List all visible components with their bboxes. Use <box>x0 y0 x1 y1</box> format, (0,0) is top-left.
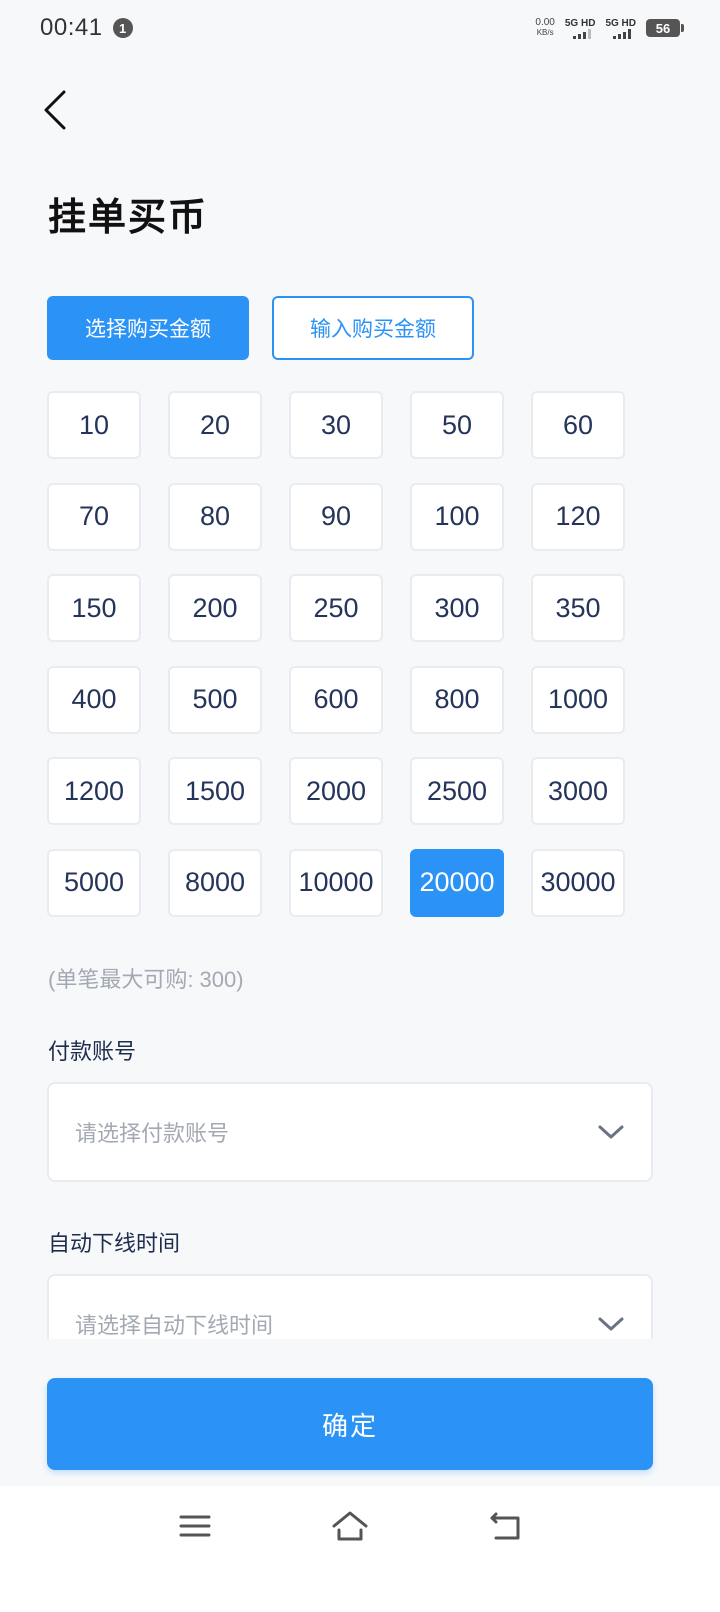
amount-option-5000[interactable]: 5000 <box>47 848 141 917</box>
amount-option-30[interactable]: 30 <box>289 391 383 459</box>
signal-bars-icon <box>572 28 591 39</box>
amount-option-20[interactable]: 20 <box>168 391 262 459</box>
amount-option-1500[interactable]: 1500 <box>168 757 262 825</box>
amount-option-150[interactable]: 150 <box>47 574 141 642</box>
amount-option-600[interactable]: 600 <box>289 665 383 734</box>
auto-offline-placeholder: 请选择自动下线时间 <box>75 1313 274 1338</box>
payment-account-label: 付款账号 <box>48 1039 137 1064</box>
amount-option-20000[interactable]: 20000 <box>410 848 504 917</box>
confirm-button[interactable]: 确定 <box>47 1378 653 1470</box>
amount-option-2500[interactable]: 2500 <box>410 757 504 825</box>
amount-option-250[interactable]: 250 <box>289 574 383 642</box>
tab-input-amount[interactable]: 输入购买金额 <box>272 296 474 360</box>
amount-option-10000[interactable]: 10000 <box>289 848 383 917</box>
amount-option-1200[interactable]: 1200 <box>47 757 141 825</box>
amount-option-3000[interactable]: 3000 <box>531 757 625 825</box>
payment-account-placeholder: 请选择付款账号 <box>75 1121 230 1146</box>
chevron-down-icon <box>598 1125 624 1139</box>
auto-offline-label: 自动下线时间 <box>48 1231 181 1256</box>
max-purchase-hint: (单笔最大可购: 300) <box>48 967 244 992</box>
network-speed-unit: KB/s <box>536 28 554 37</box>
battery-icon: 56 <box>646 19 684 37</box>
amount-option-10[interactable]: 10 <box>47 391 141 459</box>
payment-account-select[interactable]: 请选择付款账号 <box>47 1082 653 1182</box>
status-time: 00:41 <box>40 14 103 41</box>
system-nav-bar <box>0 1486 720 1612</box>
status-right: 0.00 KB/s 5G HD 5G HD 56 <box>535 17 684 39</box>
amount-option-1000[interactable]: 1000 <box>531 665 625 734</box>
amount-option-100[interactable]: 100 <box>410 482 504 551</box>
amount-option-350[interactable]: 350 <box>531 574 625 642</box>
sim2-signal: 5G HD <box>605 18 636 39</box>
amount-option-2000[interactable]: 2000 <box>289 757 383 825</box>
page-title: 挂单买币 <box>48 197 209 239</box>
home-icon[interactable] <box>330 1508 370 1544</box>
amount-option-400[interactable]: 400 <box>47 665 141 734</box>
back-button[interactable] <box>38 88 78 132</box>
status-left: 00:41 1 <box>40 14 133 42</box>
amount-option-60[interactable]: 60 <box>531 391 625 459</box>
status-bar: 00:41 1 0.00 KB/s 5G HD 5G HD 56 <box>0 0 720 56</box>
amount-grid: 10 20 30 50 60 70 80 90 100 120 150 200 250 300 350 400… <box>47 391 625 917</box>
amount-option-120[interactable]: 120 <box>531 482 625 551</box>
tab-select-amount[interactable]: 选择购买金额 <box>47 296 249 360</box>
amount-option-300[interactable]: 300 <box>410 574 504 642</box>
sim2-label: 5G HD <box>605 17 636 29</box>
chevron-down-icon <box>598 1317 624 1331</box>
amount-option-80[interactable]: 80 <box>168 482 262 551</box>
notification-badge: 1 <box>112 18 133 38</box>
signal-bars-icon <box>613 28 632 39</box>
amount-option-70[interactable]: 70 <box>47 482 141 551</box>
amount-option-90[interactable]: 90 <box>289 482 383 551</box>
sim1-signal: 5G HD <box>564 17 596 39</box>
network-speed: 0.00 KB/s <box>535 18 554 38</box>
menu-icon[interactable] <box>175 1508 215 1544</box>
back-nav-icon[interactable] <box>486 1508 526 1544</box>
amount-option-500[interactable]: 500 <box>168 665 262 734</box>
amount-option-50[interactable]: 50 <box>410 391 504 459</box>
amount-option-30000[interactable]: 30000 <box>531 848 625 917</box>
sim1-label: 5G HD <box>564 17 596 29</box>
network-speed-value: 0.00 <box>535 17 555 28</box>
amount-option-800[interactable]: 800 <box>410 665 504 734</box>
chevron-left-icon <box>44 90 66 130</box>
amount-option-200[interactable]: 200 <box>168 574 262 642</box>
amount-option-8000[interactable]: 8000 <box>168 848 262 917</box>
